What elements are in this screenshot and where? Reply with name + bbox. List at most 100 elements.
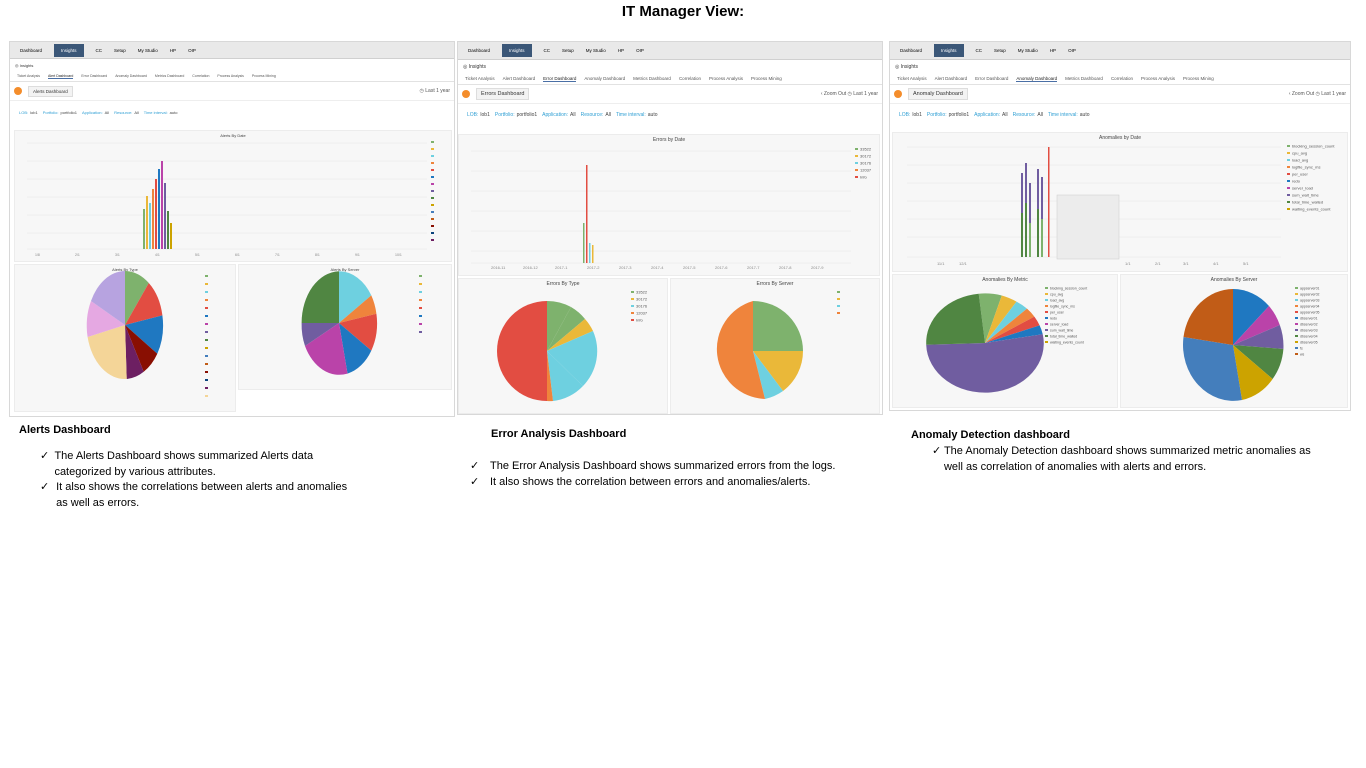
filter-resource-value[interactable]: All	[605, 112, 611, 118]
tab-ticket-analysis[interactable]: Ticket Analysis	[897, 76, 927, 82]
insights-label: ◎ Insights	[463, 64, 486, 70]
nav-dashboard[interactable]: Dashboard	[900, 48, 922, 53]
filter-interval-value[interactable]: auto	[170, 110, 178, 115]
tab-metrics-dashboard[interactable]: Metrics Dashboard	[155, 74, 184, 79]
legend-item: 30176	[860, 161, 872, 166]
tab-error-dashboard[interactable]: Error Dashboard	[975, 76, 1008, 82]
tab-correlation[interactable]: Correlation	[1111, 76, 1133, 82]
legend-item: waiting_events_count	[1292, 207, 1331, 212]
filter-application-value[interactable]: All	[1002, 112, 1008, 118]
filter-application-value[interactable]: All	[570, 112, 576, 118]
nav-hp[interactable]: HP	[1050, 48, 1056, 53]
nav-hp[interactable]: HP	[618, 48, 624, 53]
tab-anomaly-dashboard[interactable]: Anomaly Dashboard	[584, 76, 625, 82]
dashboard-toolbar: Alerts Dashboard ◷ Last 1 year	[10, 82, 454, 101]
tab-ticket-analysis[interactable]: Ticket Analysis	[465, 76, 495, 82]
tab-anomaly-dashboard[interactable]: Anomaly Dashboard	[1016, 76, 1058, 82]
anomaly-dashboard-screenshot: Dashboard Insights CC Setup My Studio HP…	[889, 41, 1351, 411]
nav-oip[interactable]: OIP	[1068, 48, 1076, 53]
nav-hp[interactable]: HP	[170, 48, 176, 53]
svg-text:8/1: 8/1	[315, 253, 320, 257]
tab-process-mining[interactable]: Process Mining	[1183, 76, 1214, 82]
tab-process-analysis[interactable]: Process Analysis	[217, 74, 243, 79]
dashboard-picker[interactable]: Anomaly Dashboard	[908, 88, 968, 100]
filter-lob-value[interactable]: lob1	[30, 110, 38, 115]
legend-item: 30172	[860, 154, 872, 159]
filter-portfolio-value[interactable]: portfolio1	[517, 112, 538, 118]
bullet-text: The Alerts Dashboard shows summarized Al…	[54, 450, 314, 478]
filter-portfolio-value[interactable]: portfolio1	[949, 112, 970, 118]
filter-lob-value[interactable]: lob1	[480, 112, 489, 118]
bullet-item: ✓ It also shows the correlation between …	[470, 475, 870, 491]
grafana-logo-icon[interactable]	[14, 87, 22, 95]
tab-metrics-dashboard[interactable]: Metrics Dashboard	[633, 76, 671, 82]
tab-error-dashboard[interactable]: Error Dashboard	[81, 74, 107, 79]
tab-alert-dashboard[interactable]: Alert Dashboard	[935, 76, 968, 82]
nav-oip[interactable]: OIP	[636, 48, 644, 53]
tab-alert-dashboard[interactable]: Alert Dashboard	[503, 76, 536, 82]
filter-resource-value[interactable]: All	[134, 110, 138, 115]
filter-application-value[interactable]: All	[105, 110, 109, 115]
nav-setup[interactable]: Setup	[994, 48, 1006, 53]
nav-dashboard[interactable]: Dashboard	[20, 48, 42, 53]
nav-oip[interactable]: OIP	[188, 48, 196, 53]
nav-my-studio[interactable]: My Studio	[1018, 48, 1038, 53]
time-range-picker[interactable]: ‹ Zoom Out ◷ Last 1 year	[821, 91, 878, 97]
dashboard-toolbar: Errors Dashboard ‹ Zoom Out ◷ Last 1 yea…	[458, 85, 882, 104]
tab-correlation[interactable]: Correlation	[679, 76, 701, 82]
legend-item: total_time_waited	[1050, 335, 1077, 339]
legend-item: 30176	[636, 304, 648, 309]
legend-item: dbserver05	[1300, 341, 1318, 345]
tab-process-mining[interactable]: Process Mining	[751, 76, 782, 82]
tab-correlation[interactable]: Correlation	[192, 74, 209, 79]
nav-insights[interactable]: Insights	[934, 44, 964, 57]
time-range-picker[interactable]: ◷ Last 1 year	[420, 88, 451, 94]
legend-item: total_time_waited	[1292, 200, 1323, 205]
chart-legend: blocking_session_count cpu_avg load_avg …	[1045, 287, 1087, 345]
nav-my-studio[interactable]: My Studio	[586, 48, 606, 53]
dashboard-picker[interactable]: Errors Dashboard	[476, 88, 530, 100]
filter-resource-value[interactable]: All	[1037, 112, 1043, 118]
tab-metrics-dashboard[interactable]: Metrics Dashboard	[1065, 76, 1103, 82]
chart-legend	[431, 141, 434, 241]
tab-process-analysis[interactable]: Process Analysis	[709, 76, 743, 82]
time-range-picker[interactable]: ‹ Zoom Out ◷ Last 1 year	[1289, 91, 1346, 97]
tab-anomaly-dashboard[interactable]: Anomaly Dashboard	[115, 74, 147, 79]
tab-error-dashboard[interactable]: Error Dashboard	[543, 76, 577, 82]
grafana-logo-icon[interactable]	[462, 90, 470, 98]
caption-heading: Alerts Dashboard	[19, 424, 111, 436]
grafana-logo-icon[interactable]	[894, 90, 902, 98]
legend-item: logfile_sync_ms	[1292, 165, 1320, 170]
tab-process-analysis[interactable]: Process Analysis	[1141, 76, 1175, 82]
errors-by-server-chart: Errors By Server	[670, 278, 880, 414]
tab-ticket-analysis[interactable]: Ticket Analysis	[17, 74, 40, 79]
nav-insights[interactable]: Insights	[54, 43, 84, 57]
nav-dashboard[interactable]: Dashboard	[468, 48, 490, 53]
chart-legend: 33522 30172 30176 12037 Info	[631, 290, 648, 323]
caption-heading: Anomaly Detection dashboard	[911, 429, 1070, 441]
filter-lob-value[interactable]: lob1	[912, 112, 921, 118]
filter-application-label: Application:	[974, 112, 1001, 118]
legend-item: Info	[860, 175, 867, 180]
filter-resource-label: Resource:	[114, 109, 133, 115]
nav-my-studio[interactable]: My Studio	[138, 48, 158, 53]
legend-item: appserver05	[1300, 311, 1320, 315]
filter-interval-value[interactable]: auto	[648, 112, 658, 118]
nav-insights[interactable]: Insights	[502, 44, 532, 57]
dashboard-picker[interactable]: Alerts Dashboard	[28, 85, 73, 97]
nav-setup[interactable]: Setup	[114, 48, 126, 53]
filter-interval-value[interactable]: auto	[1080, 112, 1090, 118]
nav-cc[interactable]: CC	[96, 48, 103, 53]
nav-setup[interactable]: Setup	[562, 48, 574, 53]
filter-portfolio-value[interactable]: portfolio1	[60, 110, 76, 115]
nav-cc[interactable]: CC	[544, 48, 551, 53]
chart-legend	[419, 275, 422, 333]
svg-text:2017-8: 2017-8	[779, 265, 792, 270]
nav-cc[interactable]: CC	[976, 48, 983, 53]
filter-interval-label: Time interval:	[1047, 112, 1078, 118]
tab-alert-dashboard[interactable]: Alert Dashboard	[48, 74, 74, 79]
tab-process-mining[interactable]: Process Mining	[252, 74, 276, 79]
legend-item: blocking_session_count	[1050, 287, 1087, 291]
legend-item: load_avg	[1050, 299, 1064, 303]
bullet-text: The Anomaly Detection dashboard shows su…	[943, 445, 1311, 473]
